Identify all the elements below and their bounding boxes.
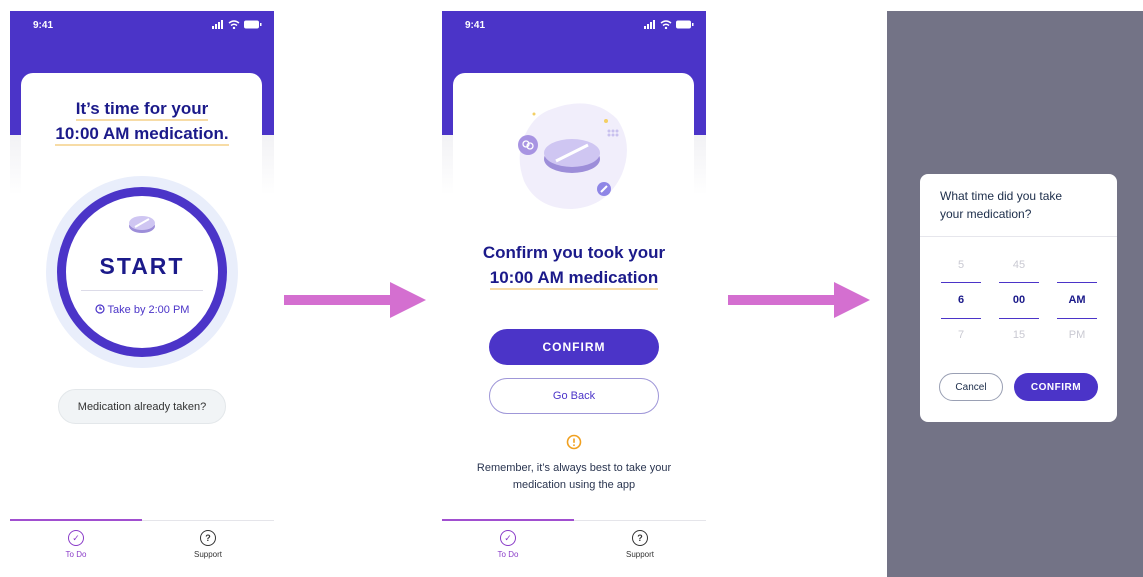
- go-back-button[interactable]: Go Back: [489, 378, 659, 414]
- minute-option[interactable]: 15: [999, 329, 1039, 341]
- wifi-icon: [660, 20, 672, 29]
- check-circle-icon: ✓: [68, 530, 84, 546]
- time-picker-dialog: What time did you take your medication? …: [920, 174, 1117, 422]
- flow-arrow-icon: [728, 282, 870, 318]
- minute-selected[interactable]: 00: [999, 294, 1039, 306]
- hour-option[interactable]: 5: [941, 259, 981, 271]
- screen-confirm: 9:41 Confirm you took your 10:00 AM medi…: [442, 11, 706, 577]
- screen-reminder: 9:41 It’s time for your 10:00 AM medicat…: [10, 11, 274, 577]
- pill-icon: [129, 216, 155, 233]
- hour-option[interactable]: 7: [941, 329, 981, 341]
- wifi-icon: [228, 20, 240, 29]
- cancel-button[interactable]: Cancel: [939, 373, 1003, 401]
- battery-icon: [244, 20, 262, 29]
- meridiem-selected[interactable]: AM: [1057, 294, 1097, 306]
- status-time: 9:41: [465, 20, 486, 31]
- start-label: START: [99, 253, 185, 279]
- confirm-button[interactable]: CONFIRM: [489, 329, 659, 365]
- dialog-question: What time did you take your medication?: [940, 189, 1063, 221]
- warning-icon: [566, 434, 582, 450]
- medication-illustration-icon: [518, 103, 627, 209]
- status-bar: 9:41: [465, 20, 694, 34]
- active-tab-indicator: [10, 519, 142, 521]
- clock-icon: [94, 304, 105, 314]
- take-by-text: Take by 2:00 PM: [10, 304, 274, 316]
- already-taken-button[interactable]: Medication already taken?: [58, 389, 226, 424]
- meridiem-option[interactable]: PM: [1057, 329, 1097, 341]
- hour-selected[interactable]: 6: [941, 294, 981, 306]
- dialog-confirm-button[interactable]: CONFIRM: [1014, 373, 1098, 401]
- tab-support[interactable]: ? Support: [574, 530, 706, 559]
- tab-todo[interactable]: ✓ To Do: [10, 530, 142, 559]
- tab-support[interactable]: ? Support: [142, 530, 274, 559]
- status-time: 9:41: [33, 20, 54, 31]
- status-bar: 9:41: [33, 20, 262, 34]
- flow-arrow-icon: [284, 282, 426, 318]
- reminder-note: Remember, it’s always best to take your …: [476, 462, 672, 491]
- active-tab-indicator: [442, 519, 574, 521]
- reminder-headline: It’s time for your 10:00 AM medication.: [10, 96, 274, 146]
- minute-option[interactable]: 45: [999, 259, 1039, 271]
- tab-todo[interactable]: ✓ To Do: [442, 530, 574, 559]
- signal-icon: [644, 20, 655, 29]
- question-circle-icon: ?: [632, 530, 648, 546]
- question-circle-icon: ?: [200, 530, 216, 546]
- confirm-headline: Confirm you took your 10:00 AM medicatio…: [442, 240, 706, 290]
- battery-icon: [676, 20, 694, 29]
- check-circle-icon: ✓: [500, 530, 516, 546]
- signal-icon: [212, 20, 223, 29]
